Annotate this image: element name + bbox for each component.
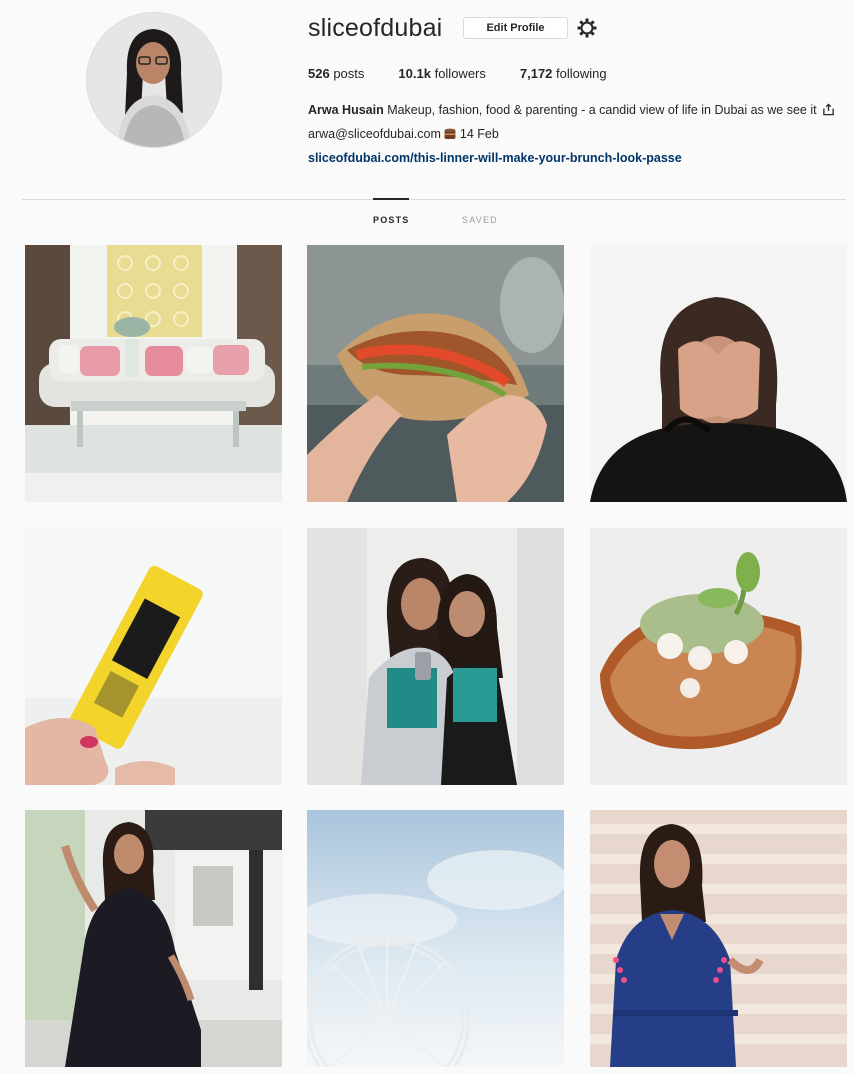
share-icon [822, 101, 835, 123]
post-image [307, 528, 564, 785]
bio-text: Makeup, fashion, food & parenting - a ca… [383, 103, 821, 117]
followers-link[interactable]: 10.1k followers [398, 66, 485, 81]
post-image [25, 528, 282, 785]
post-image [307, 810, 564, 1067]
bio-email: arwa@sliceofdubai.com [308, 127, 441, 141]
following-link[interactable]: 7,172 following [520, 66, 607, 81]
post-image [307, 245, 564, 502]
cake-icon [443, 125, 457, 147]
post-tile-balm-tube[interactable] [25, 528, 282, 785]
post-image [25, 810, 282, 1067]
profile-stats: 526 posts 10.1k followers 7,172 followin… [308, 66, 641, 81]
active-tab-indicator [373, 198, 409, 200]
post-tile-black-dress[interactable] [25, 810, 282, 1067]
avatar[interactable] [86, 12, 222, 148]
gear-icon[interactable] [576, 17, 598, 39]
post-tile-ferris-wheel[interactable] [307, 810, 564, 1067]
full-name: Arwa Husain [308, 103, 384, 117]
post-image [590, 810, 847, 1067]
post-tile-selfie[interactable] [307, 528, 564, 785]
post-tile-sandwich[interactable] [307, 245, 564, 502]
bio-website-link[interactable]: sliceofdubai.com/this-linner-will-make-y… [308, 147, 848, 169]
tab-posts[interactable]: POSTS [373, 215, 410, 225]
username: sliceofdubai [308, 14, 443, 42]
edit-profile-button[interactable]: Edit Profile [463, 17, 568, 39]
bio-date: 14 Feb [459, 127, 499, 141]
post-image [25, 245, 282, 502]
post-image [590, 528, 847, 785]
post-image [590, 245, 847, 502]
post-tile-toast[interactable] [590, 528, 847, 785]
tabs-divider [22, 199, 846, 200]
post-tile-blue-dress[interactable] [590, 810, 847, 1067]
post-tile-covering-eyes[interactable] [590, 245, 847, 502]
tab-saved[interactable]: SAVED [462, 215, 498, 225]
post-tile-living-room[interactable] [25, 245, 282, 502]
profile-bio: Arwa Husain Makeup, fashion, food & pare… [308, 99, 848, 169]
posts-count: 526 posts [308, 66, 365, 81]
avatar-photo [87, 13, 221, 147]
